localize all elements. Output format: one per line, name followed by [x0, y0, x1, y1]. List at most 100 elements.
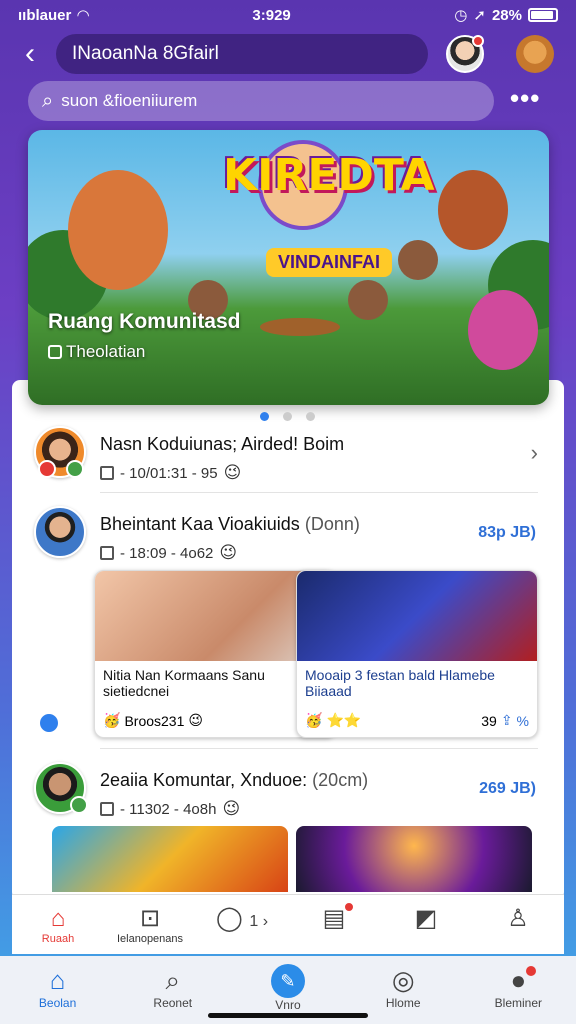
edit-icon[interactable] [38, 712, 60, 734]
post-title: Bheintant Kaa Vioakiuids (Donn) [100, 514, 360, 535]
alarm-icon: ◷ [454, 7, 468, 24]
status-right: ◷ ➚ 28% [454, 6, 558, 24]
child-figure [348, 280, 388, 320]
tab-person[interactable]: ♙ [473, 905, 563, 933]
tag-icon [48, 345, 62, 359]
nav-label: Hlome [385, 996, 421, 1010]
divider [100, 748, 538, 749]
post-duration: (20cm) [312, 770, 369, 790]
notification-dot [343, 901, 355, 913]
party-emoji-icon: 🥳 [103, 712, 121, 728]
grid-icon: ⊡ [139, 905, 161, 932]
post-title: 2eaiia Komuntar, Xnduoe: (20cm) [100, 770, 368, 791]
back-button[interactable]: ‹ [14, 34, 46, 74]
post-avatar[interactable] [34, 762, 88, 814]
hero-subtitle: Theolatian [66, 342, 146, 361]
nav-label: Reonet [153, 996, 193, 1010]
hero-art-title: KIREDTA [223, 150, 435, 201]
tab-label: Ielanopenans [116, 933, 184, 945]
post-meta-text: - 18:09 - 4o62 [120, 544, 214, 562]
post-image[interactable] [296, 826, 532, 892]
search-input[interactable]: ⌕ suon &fioeniiurem [28, 81, 494, 121]
carrier-label: ııblauer [18, 6, 72, 24]
post-count-link[interactable]: 83p JB) [478, 524, 536, 542]
tab-grid[interactable]: ⊡ Ielanopenans [105, 905, 195, 945]
post-meta-text: - 10/01:31 - 95 [120, 464, 218, 482]
post-image[interactable] [52, 826, 288, 892]
emoji-icon: 😉 [222, 799, 241, 818]
calendar-icon: ▤ [322, 905, 346, 932]
home-icon: ⌂ [50, 905, 66, 932]
tab-calendar[interactable]: ▤ [289, 901, 379, 933]
carousel-dot[interactable] [283, 412, 292, 421]
calendar-icon [100, 466, 114, 480]
user-avatar[interactable] [446, 35, 484, 73]
chat-count: 1 › [249, 913, 269, 930]
card-footer: 🥳 ⭐⭐ 39 ⇪ % [305, 712, 529, 729]
home-icon: ⌂ [49, 965, 66, 995]
hero-banner[interactable]: KIREDTA VINDAINFAI Ruang Komunitasd Theo… [28, 130, 549, 405]
card-image [297, 571, 537, 661]
nav-profile[interactable]: ● Bleminer [468, 964, 568, 1024]
party-emoji-icon: 🥳 [305, 712, 323, 728]
compass-icon: ◎ [391, 965, 415, 995]
more-options-button[interactable]: ••• [510, 83, 540, 114]
card-footer-text: 39 [481, 712, 497, 729]
badge-icon [38, 460, 56, 478]
post-title-text: Bheintant Kaa Vioakiuids [100, 514, 300, 534]
media-card[interactable]: Mooaip 3 festan bald Hlamebe Biiaaad 🥳 ⭐… [296, 570, 538, 738]
notification-dot [472, 35, 484, 47]
share-icon[interactable]: ⇪ [501, 712, 513, 729]
search-icon: ⌕ [165, 965, 181, 995]
nav-home[interactable]: ⌂ Beolan [8, 964, 108, 1024]
hero-subtitle-row: Theolatian [48, 342, 145, 362]
card-footer-left: 🥳 ⭐⭐ [305, 712, 361, 729]
status-left: ııblauer ◠ [18, 6, 89, 25]
calendar-icon [100, 546, 114, 560]
post-body: Bheintant Kaa Vioakiuids (Donn) - 18:09 … [100, 506, 360, 563]
post-count-link[interactable]: 269 JB) [479, 780, 536, 798]
carousel-dot-active[interactable] [260, 412, 269, 421]
tab-chat[interactable]: ◯ 1 › [197, 905, 287, 936]
carousel-dot[interactable] [306, 412, 315, 421]
chat-bubble-icon: ◯ 1 › [215, 905, 269, 932]
post-avatar[interactable] [34, 426, 86, 478]
card-footer-text: Broos231 [124, 712, 185, 729]
post-item[interactable]: Nasn Koduiunas; Airded! Boim - 10/01:31 … [34, 426, 544, 483]
share-count: % [516, 712, 529, 729]
battery-icon [527, 8, 558, 22]
hero-title: Ruang Komunitasd [48, 310, 241, 333]
post-item[interactable]: Bheintant Kaa Vioakiuids (Donn) - 18:09 … [34, 506, 544, 563]
carousel-indicator [260, 412, 315, 421]
emoji-icon: 😉 [223, 463, 242, 482]
page-title[interactable]: INaoanNa 8Gfairl [56, 34, 428, 74]
nav-explore[interactable]: ◎ Hlome [353, 964, 453, 1024]
hero-art-subtitle: VINDAINFAI [266, 248, 393, 277]
tab-gallery[interactable]: ◩ [381, 905, 471, 933]
star-rating: ⭐⭐ [326, 712, 362, 728]
image-icon: ◩ [414, 905, 438, 932]
card-footer-left: 🥳 Broos231 😉 [103, 712, 203, 729]
notification-dot [526, 966, 537, 976]
card-footer-right: 39 ⇪ % [481, 712, 529, 729]
post-item[interactable]: 2eaiia Komuntar, Xnduoe: (20cm) - 11302 … [34, 762, 544, 819]
top-app-bar: ‹ INaoanNa 8Gfairl [0, 32, 576, 76]
pet-avatar[interactable] [516, 35, 554, 73]
post-duration: (Donn) [304, 514, 360, 534]
online-badge [70, 796, 88, 814]
location-icon: ➚ [473, 7, 486, 24]
post-body: 2eaiia Komuntar, Xnduoe: (20cm) - 11302 … [100, 762, 368, 819]
post-avatar[interactable] [34, 506, 86, 558]
home-indicator [208, 1013, 368, 1018]
post-meta-text: - 11302 - 4o8h [120, 800, 217, 818]
chevron-right-icon[interactable]: › [531, 440, 538, 466]
tab-home[interactable]: ⌂ Ruaah [13, 905, 103, 945]
post-meta: - 18:09 - 4o62 😉 [100, 543, 360, 563]
table-decoration [260, 318, 340, 336]
post-title: Nasn Koduiunas; Airded! Boim [100, 434, 345, 454]
secondary-tab-bar: ⌂ Ruaah ⊡ Ielanopenans ◯ 1 › ▤ ◩ ♙ [12, 894, 564, 954]
nav-label: Bleminer [494, 996, 543, 1010]
divider [100, 492, 538, 493]
calendar-icon [100, 802, 114, 816]
nav-label: Beolan [38, 996, 77, 1010]
